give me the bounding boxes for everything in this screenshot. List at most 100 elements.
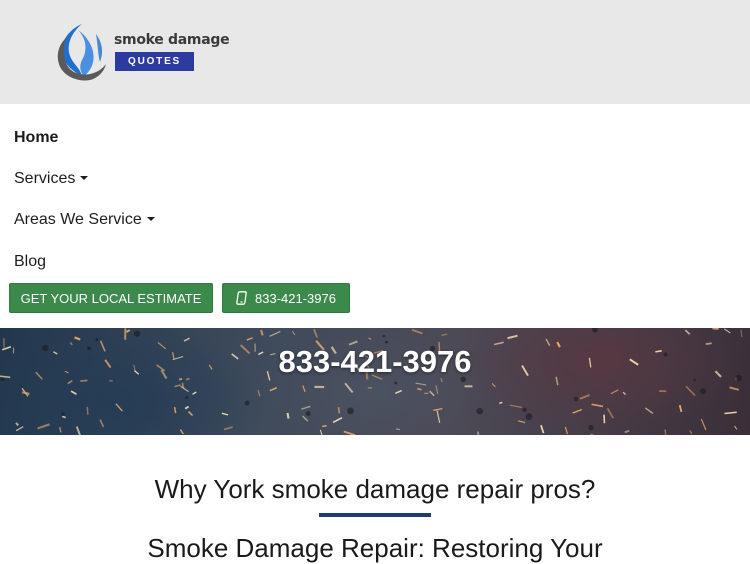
nav-item-services[interactable]: Services: [14, 170, 88, 188]
spark: [396, 429, 400, 430]
section-subheading: Smoke Damage Repair: Restoring Your: [0, 533, 750, 564]
caret-down-icon: [80, 176, 88, 180]
spark: [680, 405, 682, 412]
spark: [261, 330, 262, 335]
hero-phone-number[interactable]: 833-421-3976: [0, 344, 750, 380]
nav-item-areas-we-service[interactable]: Areas We Service: [14, 211, 155, 229]
spark: [270, 388, 277, 391]
debris: [592, 328, 598, 333]
spark: [333, 418, 342, 423]
caret-down-icon: [147, 217, 155, 221]
spark: [116, 404, 123, 412]
spark: [68, 381, 72, 384]
spark: [430, 391, 435, 396]
debris: [574, 397, 578, 401]
spark: [607, 408, 613, 418]
spark: [508, 336, 518, 339]
spark: [247, 338, 253, 340]
logo-badge: QUOTES: [115, 52, 194, 71]
debris: [526, 413, 533, 420]
spark: [712, 328, 718, 329]
spark: [741, 330, 742, 338]
spark: [127, 330, 130, 332]
spark: [611, 390, 618, 394]
spark: [62, 416, 65, 417]
debris: [383, 335, 386, 338]
debris: [306, 411, 311, 416]
spark: [16, 423, 18, 426]
spark: [412, 330, 422, 334]
spark: [417, 389, 421, 390]
spark: [492, 383, 495, 387]
debris: [700, 388, 706, 394]
spark: [258, 390, 260, 396]
site-header: smoke damage QUOTES: [0, 0, 750, 104]
spark: [339, 407, 340, 413]
spark: [188, 412, 192, 416]
spark: [442, 334, 448, 335]
site-logo[interactable]: smoke damage QUOTES: [52, 20, 232, 84]
spark: [344, 431, 355, 435]
nav-item-label: Areas We Service: [14, 211, 142, 228]
spark: [180, 386, 188, 391]
spark: [518, 421, 525, 423]
spark: [565, 427, 567, 434]
spark: [580, 395, 590, 399]
nav-item-label: Home: [14, 129, 58, 146]
spark: [345, 383, 353, 392]
call-phone-button[interactable]: 833-421-3976: [222, 283, 350, 313]
spark: [645, 408, 653, 413]
spark: [38, 424, 50, 428]
spark: [665, 429, 666, 435]
spark: [180, 430, 183, 435]
spark: [690, 430, 692, 433]
spark: [322, 426, 327, 427]
spark: [573, 409, 582, 413]
debris: [245, 401, 250, 406]
debris: [522, 408, 526, 412]
spark: [193, 392, 197, 394]
spark: [222, 413, 228, 415]
debris: [61, 412, 65, 416]
debris: [95, 338, 98, 341]
spark: [303, 416, 308, 421]
spark: [224, 427, 233, 430]
spark: [701, 419, 706, 430]
spark: [478, 432, 479, 435]
spark: [175, 407, 176, 413]
spark: [320, 430, 323, 435]
spark: [71, 391, 76, 394]
spark: [174, 385, 180, 387]
spark: [184, 338, 190, 341]
spark: [437, 410, 440, 422]
debris: [394, 382, 397, 385]
spark: [625, 431, 630, 433]
spark: [77, 427, 81, 435]
spark: [185, 407, 188, 409]
spark: [293, 331, 295, 335]
spark: [60, 427, 61, 432]
spark: [436, 385, 438, 393]
spark: [395, 391, 401, 394]
spark: [87, 407, 88, 415]
spark: [80, 380, 87, 381]
spark: [16, 427, 23, 431]
spark: [724, 412, 736, 413]
debris: [347, 407, 354, 414]
spark: [734, 426, 736, 429]
spark: [730, 387, 739, 389]
hero-banner: 833-421-3976: [0, 328, 750, 435]
spark: [416, 383, 426, 385]
debris: [185, 396, 188, 399]
spark: [75, 337, 81, 339]
nav-item-label: Blog: [14, 253, 46, 270]
heading-divider: [319, 513, 431, 517]
get-estimate-button[interactable]: GET YOUR LOCAL ESTIMATE: [9, 283, 213, 313]
spark: [685, 330, 689, 334]
nav-item-blog[interactable]: Blog: [14, 253, 46, 271]
get-estimate-label: GET YOUR LOCAL ESTIMATE: [21, 291, 202, 306]
spark: [270, 331, 281, 336]
spark: [301, 406, 310, 409]
nav-item-home[interactable]: Home: [14, 129, 58, 147]
debris: [134, 330, 140, 336]
